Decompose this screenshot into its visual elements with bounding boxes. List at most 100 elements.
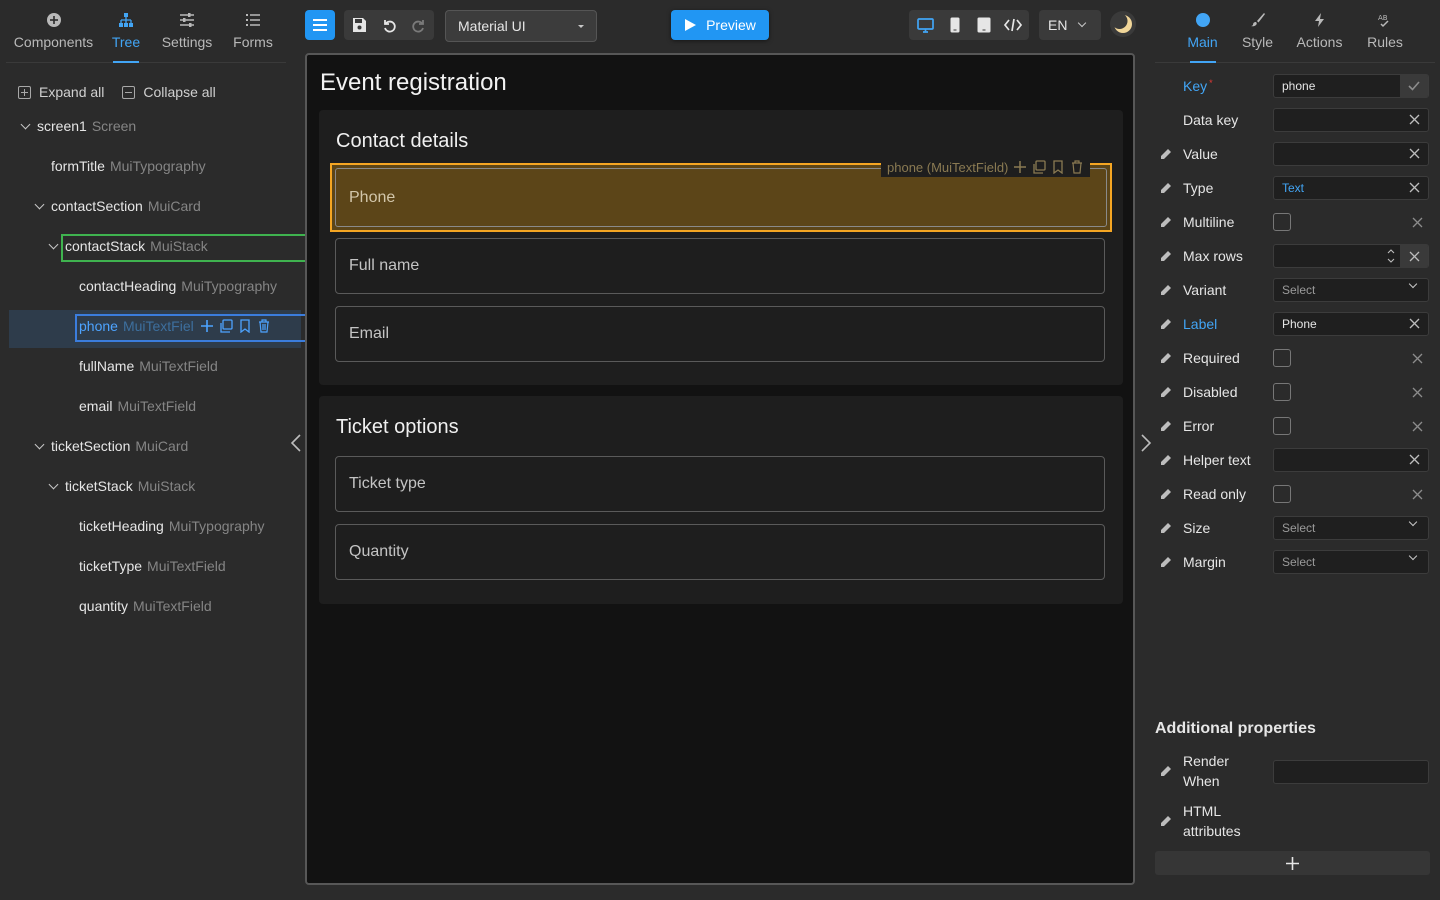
full-name-field[interactable]: Full name (335, 238, 1105, 294)
max-rows-input[interactable] (1273, 244, 1429, 268)
node-name: ticketHeading (79, 518, 164, 534)
node-type: MuiStack (137, 478, 196, 494)
data-key-input[interactable] (1273, 108, 1429, 132)
node-name: phone (79, 318, 118, 334)
redo-button[interactable] (404, 10, 434, 40)
ticket-type-field[interactable]: Ticket type (335, 456, 1105, 512)
clear-icon[interactable] (1409, 182, 1420, 193)
margin-select[interactable]: Select (1273, 550, 1429, 574)
trash-icon[interactable] (1070, 160, 1084, 174)
tree-node-screen1[interactable]: screen1 Screen (20, 114, 136, 138)
tree-node-email[interactable]: email MuiTextField (79, 394, 196, 418)
add-icon[interactable] (200, 319, 214, 333)
add-html-attribute-button[interactable] (1155, 851, 1430, 875)
prop-render-when: Render When (1159, 751, 1429, 791)
required-checkbox[interactable] (1273, 349, 1291, 367)
clear-icon[interactable] (1409, 114, 1420, 125)
prop-label: Label (1183, 316, 1218, 332)
tree-node-ticketheading[interactable]: ticketHeading MuiTypography (79, 514, 265, 538)
collapse-all-button[interactable]: Collapse all (122, 84, 216, 100)
tab-actions[interactable]: Actions (1285, 0, 1354, 62)
node-name: fullName (79, 358, 135, 374)
helper-text-input[interactable] (1273, 448, 1429, 472)
number-stepper-icon[interactable] (1386, 246, 1396, 266)
clear-icon[interactable] (1412, 387, 1423, 398)
save-button[interactable] (344, 10, 374, 40)
clear-icon[interactable] (1412, 489, 1423, 500)
tree-node-tickettype[interactable]: ticketType MuiTextField (79, 554, 226, 578)
tab-forms[interactable]: Forms (223, 0, 283, 62)
clear-icon[interactable] (1412, 421, 1423, 432)
confirm-key-button[interactable] (1400, 74, 1428, 98)
theme-toggle[interactable] (1110, 11, 1136, 37)
prop-label: Multiline (1183, 214, 1235, 230)
clear-icon[interactable] (1412, 353, 1423, 364)
tree-node-phone[interactable]: phone MuiTextFiel (79, 314, 271, 338)
field-label: Ticket type (349, 475, 426, 492)
type-input[interactable]: Text (1273, 176, 1429, 200)
tree-node-formtitle[interactable]: formTitle MuiTypography (51, 154, 206, 178)
node-name: contactSection (51, 198, 143, 214)
email-field[interactable]: Email (335, 306, 1105, 362)
language-select[interactable]: EN (1039, 10, 1101, 40)
bookmark-icon[interactable] (238, 319, 252, 333)
preview-button[interactable]: Preview (671, 10, 769, 40)
tab-components[interactable]: Components (6, 0, 101, 62)
desktop-view-button[interactable] (911, 10, 940, 40)
tablet-view-button[interactable] (969, 10, 998, 40)
bookmark-icon[interactable] (1051, 160, 1065, 174)
variant-select[interactable]: Select (1273, 278, 1429, 302)
contact-heading[interactable]: Contact details (336, 130, 468, 153)
tree-node-contactsection[interactable]: contactSection MuiCard (34, 194, 201, 218)
collapse-left-panel-icon[interactable] (289, 434, 303, 452)
trash-icon[interactable] (257, 319, 271, 333)
key-input[interactable]: phone (1273, 74, 1429, 98)
moon-icon (1113, 14, 1132, 33)
tree-node-ticketstack[interactable]: ticketStack MuiStack (48, 474, 196, 498)
clear-icon[interactable] (1412, 217, 1423, 228)
undo-button[interactable] (374, 10, 404, 40)
read-only-checkbox[interactable] (1273, 485, 1291, 503)
clear-icon[interactable] (1409, 148, 1420, 159)
mobile-view-button[interactable] (940, 10, 969, 40)
tab-label: Actions (1296, 34, 1343, 50)
contact-section-card[interactable]: Contact details Full name Email (319, 110, 1123, 385)
duplicate-icon[interactable] (1032, 160, 1047, 174)
tab-main[interactable]: Main (1175, 0, 1230, 62)
caret-down-icon (578, 24, 584, 28)
error-checkbox[interactable] (1273, 417, 1291, 435)
tab-tree[interactable]: Tree (101, 0, 151, 62)
ticket-heading[interactable]: Ticket options (336, 416, 459, 439)
value-input[interactable] (1273, 142, 1429, 166)
label-value: Phone (1282, 317, 1317, 331)
tag-label: phone (MuiTextField) (887, 159, 1009, 175)
tab-style[interactable]: Style (1230, 0, 1285, 62)
add-icon[interactable] (1013, 160, 1027, 174)
clear-icon[interactable] (1409, 318, 1420, 329)
collapse-right-panel-icon[interactable] (1139, 434, 1153, 452)
menu-button[interactable] (305, 10, 335, 40)
expand-all-button[interactable]: Expand all (18, 84, 104, 100)
clear-icon[interactable] (1409, 454, 1420, 465)
multiline-checkbox[interactable] (1273, 213, 1291, 231)
node-type: MuiTypography (181, 278, 278, 294)
code-view-button[interactable] (998, 10, 1027, 40)
tree-node-fullname[interactable]: fullName MuiTextField (79, 354, 218, 378)
duplicate-icon[interactable] (219, 319, 233, 333)
size-select[interactable]: Select (1273, 516, 1429, 540)
library-select[interactable]: Material UI (445, 10, 597, 42)
node-name: formTitle (51, 158, 105, 174)
render-when-input[interactable] (1273, 760, 1429, 784)
label-input[interactable]: Phone (1273, 312, 1429, 336)
ticket-section-card[interactable]: Ticket options Ticket type Quantity (319, 396, 1123, 604)
tab-rules[interactable]: AB Rules (1354, 0, 1416, 62)
tree-node-contactheading[interactable]: contactHeading MuiTypography (79, 274, 277, 298)
tree-node-quantity[interactable]: quantity MuiTextField (79, 594, 212, 618)
clear-max-rows-button[interactable] (1400, 244, 1428, 268)
form-title[interactable]: Event registration (320, 69, 507, 97)
disabled-checkbox[interactable] (1273, 383, 1291, 401)
quantity-field[interactable]: Quantity (335, 524, 1105, 580)
tree-node-contactstack[interactable]: contactStack MuiStack (48, 234, 208, 258)
tree-node-ticketsection[interactable]: ticketSection MuiCard (34, 434, 188, 458)
tab-settings[interactable]: Settings (151, 0, 223, 62)
